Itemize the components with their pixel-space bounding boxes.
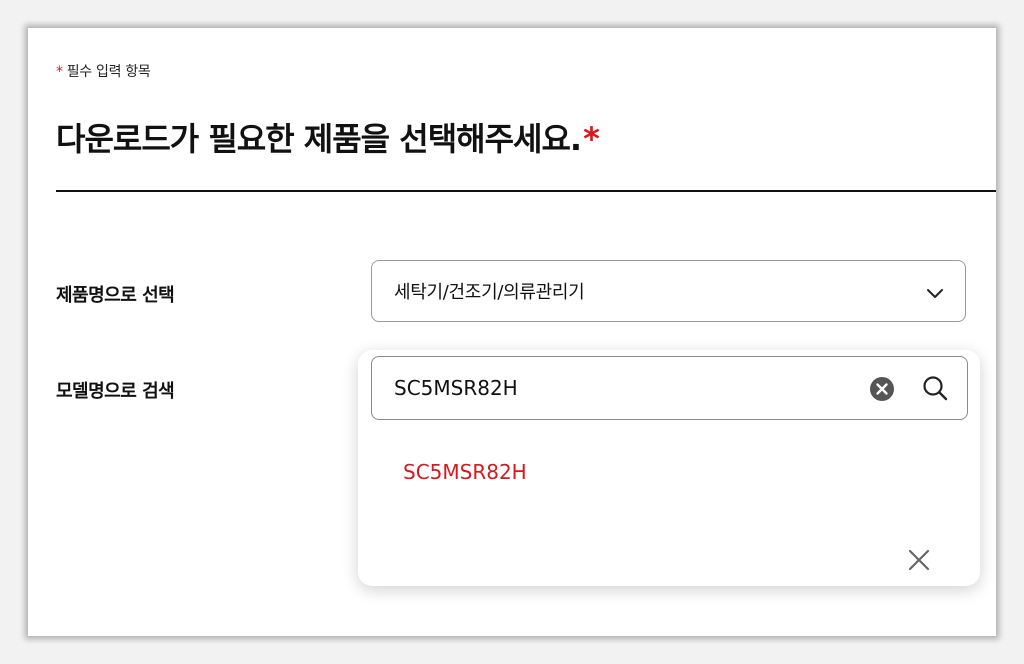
required-note: * 필수 입력 항목 — [56, 61, 151, 81]
chevron-down-icon — [927, 289, 943, 298]
required-star: * — [56, 64, 63, 80]
product-category-select[interactable]: 세탁기/건조기/의류관리기 — [371, 260, 966, 322]
product-category-value: 세탁기/건조기/의류관리기 — [394, 282, 585, 303]
title-divider — [56, 190, 996, 192]
title-required-star: * — [583, 120, 600, 158]
search-results: SC5MSR82H — [371, 420, 968, 571]
search-icon[interactable] — [921, 374, 949, 402]
required-note-text: 필수 입력 항목 — [66, 64, 151, 80]
close-icon[interactable] — [905, 546, 933, 574]
model-search-box — [371, 356, 968, 420]
page-title: 다운로드가 필요한 제품을 선택해주세요.* — [56, 114, 600, 160]
clear-circle-icon[interactable] — [869, 376, 895, 402]
page-title-text: 다운로드가 필요한 제품을 선택해주세요. — [56, 120, 582, 158]
model-search-label: 모델명으로 검색 — [56, 381, 175, 402]
result-item[interactable]: SC5MSR82H — [403, 460, 527, 484]
model-search-input[interactable] — [392, 375, 836, 401]
download-product-panel: * 필수 입력 항목 다운로드가 필요한 제품을 선택해주세요.* 제품명으로 선… — [28, 28, 996, 636]
product-select-label: 제품명으로 선택 — [56, 285, 175, 306]
